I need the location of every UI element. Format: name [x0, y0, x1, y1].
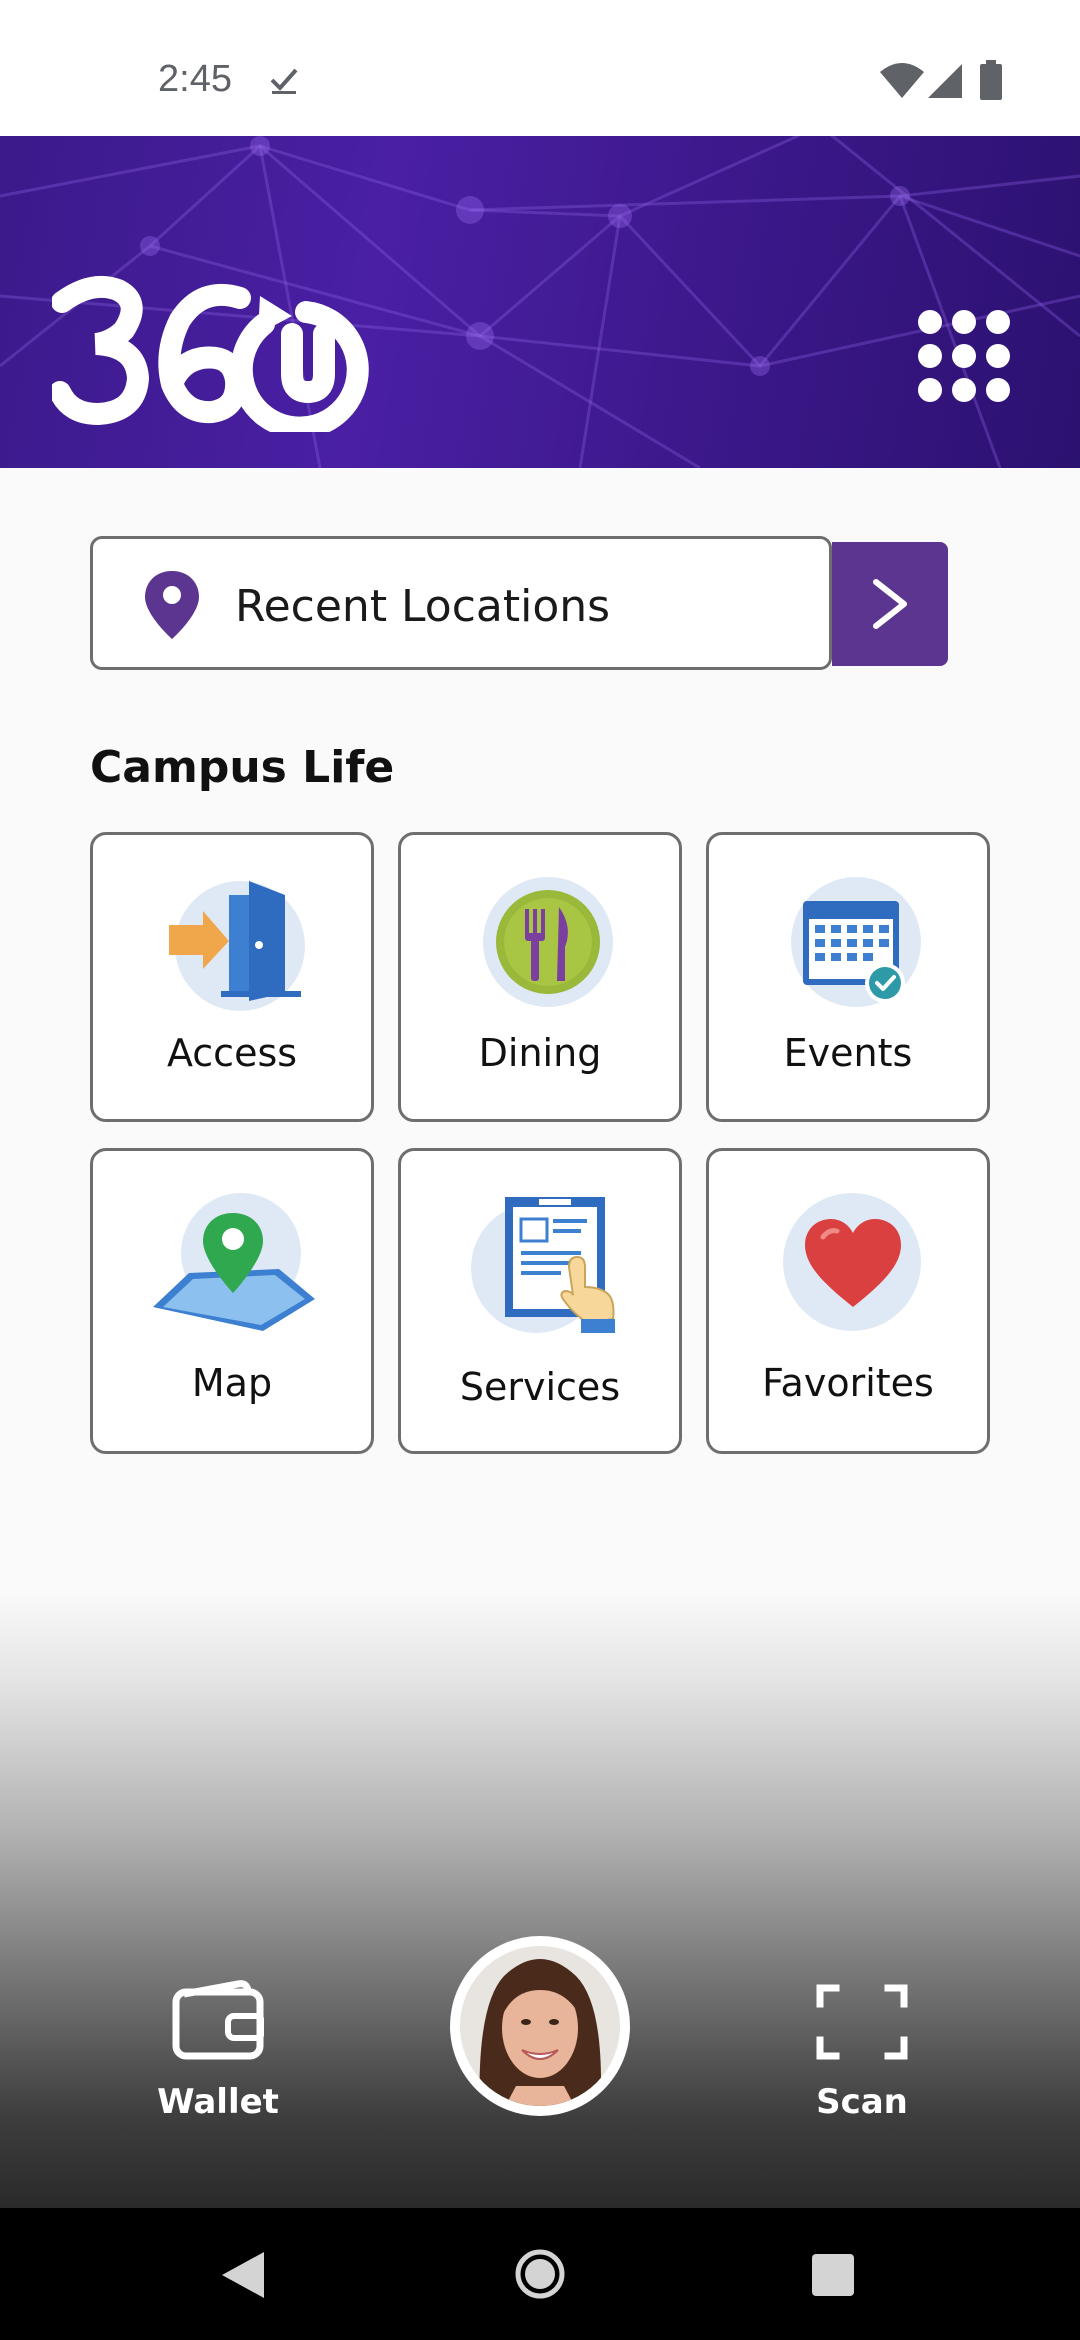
360u-logo	[52, 276, 369, 432]
tile-label: Dining	[478, 1031, 602, 1075]
battery-icon	[980, 60, 1002, 100]
app-header	[0, 136, 1080, 468]
wallet-button-label[interactable]: Wallet	[140, 2082, 296, 2122]
status-time: 2:45	[158, 58, 232, 100]
calendar-check-icon	[803, 901, 905, 1003]
avatar[interactable]	[450, 1936, 630, 2116]
tile-label: Favorites	[762, 1361, 934, 1405]
tile-label: Services	[459, 1365, 621, 1409]
door-entry-icon	[169, 881, 301, 1001]
recent-locations-go-button[interactable]	[832, 542, 948, 666]
back-icon[interactable]	[220, 2250, 266, 2300]
apps-grid-icon[interactable]	[918, 310, 1010, 402]
tile-label: Events	[783, 1031, 913, 1075]
tile-events[interactable]: Events	[706, 832, 990, 1122]
tile-services[interactable]: Services	[398, 1148, 682, 1454]
signal-icon	[928, 64, 962, 98]
system-navigation-bar	[0, 2208, 1080, 2340]
recent-locations-label: Recent Locations	[235, 581, 611, 632]
tile-dining[interactable]: Dining	[398, 832, 682, 1122]
scan-icon[interactable]	[816, 1984, 908, 2060]
location-pin-icon	[145, 571, 199, 639]
tile-map[interactable]: Map	[90, 1148, 374, 1454]
chevron-right-icon	[873, 579, 907, 629]
clipboard-hand-icon	[505, 1197, 615, 1333]
recent-locations-field[interactable]: Recent Locations	[90, 536, 832, 670]
status-bar: 2:45	[0, 0, 1080, 136]
home-icon[interactable]	[514, 2248, 566, 2300]
section-title: Campus Life	[90, 742, 395, 793]
scan-button-label[interactable]: Scan	[786, 2082, 938, 2122]
wallet-icon[interactable]	[172, 1980, 264, 2060]
tile-favorites[interactable]: Favorites	[706, 1148, 990, 1454]
profile-photo	[460, 1946, 620, 2106]
tile-label: Access	[166, 1031, 298, 1075]
download-done-icon	[270, 68, 298, 94]
tile-access[interactable]: Access	[90, 832, 374, 1122]
recent-apps-icon[interactable]	[812, 2254, 854, 2296]
heart-icon	[805, 1219, 901, 1307]
fork-knife-icon	[496, 890, 600, 994]
wifi-icon	[880, 63, 924, 98]
map-pin-icon	[153, 1213, 315, 1331]
tile-label: Map	[191, 1361, 273, 1405]
